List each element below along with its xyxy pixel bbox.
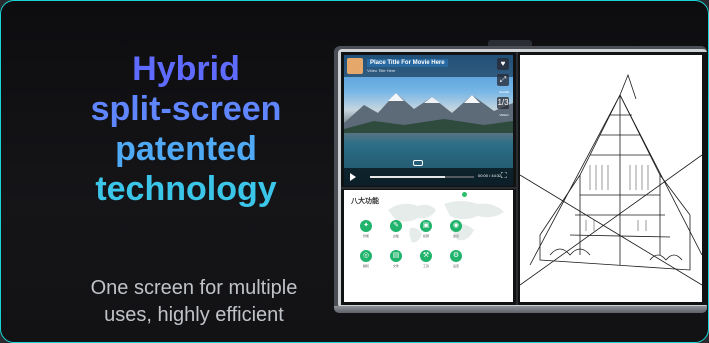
app-tile-4[interactable]: ◉ 会议 [444,220,468,238]
video-progress-track[interactable] [370,176,474,178]
app-tile-7[interactable]: ⚒ 工具 [414,250,438,268]
video-time: 00:00 / 44:32 [478,173,502,178]
camera-icon: ◎ [360,250,372,262]
episode-counter[interactable]: 1/3 [497,97,509,109]
tool-icon: ⚒ [420,250,432,262]
episode-caption: VIDEO [499,113,509,117]
app-tile-8[interactable]: ⚙ 设置 [444,250,468,268]
app-label: 相机 [362,264,369,268]
app-label: 智能 [362,234,369,238]
screen-icon: ▣ [420,220,432,232]
compass-icon: ✦ [360,220,372,232]
video-progress-fill [370,176,445,178]
headline: Hybrid split-screen patented technology [41,49,331,209]
app-label: 工具 [422,264,429,268]
app-label: 设置 [452,264,459,268]
app-launcher-pane: 八大功能 ✦ 智能 ✎ 白板 ▣ 投屏 ◉ 会议 ◎ 相机 ▤ 文件 ⚒ 工具 … [344,190,513,302]
architecture-sketch [520,73,702,286]
headline-line-3: patented [115,130,257,168]
meeting-icon: ◉ [450,220,462,232]
video-side-actions: ♥ ⤢ SHARE 1/3 VIDEO [497,58,511,120]
app-tile-1[interactable]: ✦ 智能 [354,220,378,238]
play-icon[interactable] [350,173,356,181]
subline-line-1: One screen for multiple [90,277,298,299]
mountain-landscape [344,93,513,133]
app-label: 文件 [392,264,399,268]
fullscreen-icon[interactable]: ⛶ [501,172,507,180]
video-title-bar: Place Title For Movie Here Video Title H… [344,55,513,77]
headline-line-4: technology [95,170,277,208]
pen-icon: ✎ [390,220,402,232]
heart-icon[interactable]: ♥ [497,58,509,70]
video-subtitle: Video Title Here [367,68,396,73]
video-title: Place Title For Movie Here [367,59,448,67]
headline-line-1: Hybrid [132,50,240,88]
app-label: 白板 [392,234,399,238]
subline-line-2: uses, highly efficient [104,304,284,326]
video-thumbnail [347,58,363,74]
video-controls: 00:00 / 44:32 ⛶ [344,168,513,186]
app-tile-3[interactable]: ▣ 投屏 [414,220,438,238]
video-player-pane[interactable]: Place Title For Movie Here Video Title H… [344,55,513,186]
split-divider-horizontal[interactable] [341,187,516,189]
file-icon: ▤ [390,250,402,262]
share-caption: SHARE [498,90,510,94]
app-tile-2[interactable]: ✎ 白板 [384,220,408,238]
monitor-chin [334,306,707,313]
sketch-whiteboard-pane[interactable] [520,55,702,302]
app-tile-6[interactable]: ▤ 文件 [384,250,408,268]
headline-line-2: split-screen [90,90,282,128]
app-tile-5[interactable]: ◎ 相机 [354,250,378,268]
share-icon[interactable]: ⤢ [497,74,509,86]
subline: One screen for multiple uses, highly eff… [41,275,347,329]
app-label: 投屏 [422,234,429,238]
settings-icon: ⚙ [450,250,462,262]
app-label: 会议 [452,234,459,238]
app-launcher-title: 八大功能 [351,198,379,205]
status-dot [462,192,467,197]
split-divider-vertical[interactable] [516,52,518,305]
picture-in-picture-icon[interactable] [413,160,423,166]
